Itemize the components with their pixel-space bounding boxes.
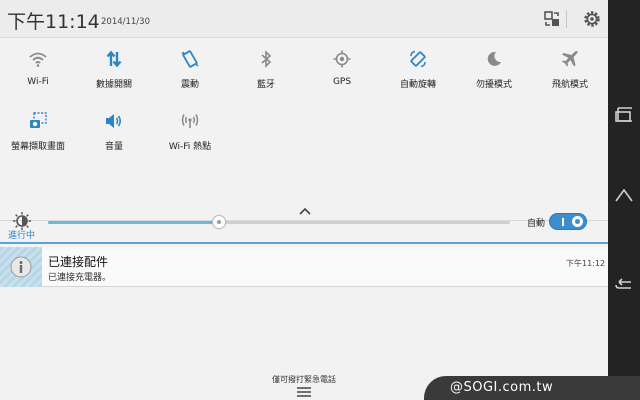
- clock-time: 下午11:14: [7, 11, 100, 33]
- info-icon: [10, 256, 32, 278]
- notification-icon-box: [0, 247, 42, 287]
- collapse-quick-settings-button[interactable]: [0, 203, 608, 221]
- chevron-up-icon: [299, 207, 311, 215]
- qs-do-not-disturb[interactable]: 勿擾模式: [456, 41, 532, 93]
- qs-bluetooth-label: 藍牙: [256, 80, 275, 90]
- qs-auto-rotate[interactable]: 自動旋轉: [380, 41, 456, 93]
- home-icon[interactable]: [614, 186, 634, 206]
- recent-apps-icon[interactable]: [614, 104, 634, 124]
- wifi-icon: [29, 52, 47, 67]
- quick-settings: Wi-Fi 數據開關 震動 藍牙 GPS 自動旋轉 勿擾模式 飛航模式 螢幕擷取…: [0, 39, 608, 230]
- wifi-hotspot-icon: [181, 114, 199, 128]
- qs-gps-label: GPS: [332, 77, 352, 87]
- ongoing-divider: [0, 242, 608, 244]
- watermark-text: @SOGI.com.tw: [450, 380, 554, 395]
- qs-airplane-mode-label: 飛航模式: [551, 80, 588, 90]
- gps-icon: [333, 50, 351, 68]
- qs-wifi-label: Wi-Fi: [27, 77, 49, 87]
- back-icon[interactable]: [614, 276, 634, 296]
- qs-auto-rotate-label: 自動旋轉: [399, 80, 436, 90]
- menu-icon[interactable]: [296, 386, 312, 398]
- bluetooth-icon: [261, 50, 272, 68]
- watermark: @SOGI.com.tw: [424, 376, 640, 400]
- status-header: 下午11:14 2014/11/30: [0, 0, 608, 38]
- qs-volume[interactable]: 音量: [76, 103, 152, 155]
- qs-vibrate-label: 震動: [180, 80, 199, 90]
- volume-icon: [106, 114, 122, 128]
- qs-wifi-hotspot-label: Wi-Fi 熱點: [168, 142, 212, 152]
- notification-title: 已連接配件: [48, 255, 109, 269]
- qs-mobile-data-label: 數據開關: [95, 80, 132, 90]
- brightness-slider[interactable]: [48, 221, 510, 224]
- notification-item[interactable]: 已連接配件 已連接充電器。 下午11:12: [0, 247, 608, 287]
- qs-vibrate[interactable]: 震動: [152, 41, 228, 93]
- navigation-bar: [608, 0, 640, 400]
- airplane-mode-icon: [562, 51, 578, 67]
- qs-volume-label: 音量: [104, 142, 123, 152]
- qs-gps[interactable]: GPS: [304, 41, 380, 93]
- mobile-data-icon: [106, 50, 122, 68]
- vibrate-icon: [181, 50, 199, 68]
- notification-text: 已連接充電器。: [48, 273, 112, 283]
- screenshot-icon: [30, 112, 47, 128]
- notification-panel: 下午11:14 2014/11/30 Wi-Fi 數據開關 震動 藍牙 GPS …: [0, 0, 608, 400]
- qs-mobile-data[interactable]: 數據開關: [76, 41, 152, 93]
- qs-airplane-mode[interactable]: 飛航模式: [532, 41, 608, 93]
- notification-time: 下午11:12: [566, 259, 606, 268]
- settings-gear-icon[interactable]: [582, 9, 602, 29]
- brightness-slider-fill: [48, 221, 219, 224]
- clock-date: 2014/11/30: [101, 17, 150, 27]
- switch-user-icon[interactable]: [542, 9, 562, 29]
- header-divider: [566, 10, 567, 28]
- ongoing-section-label: 進行中: [8, 231, 36, 241]
- qs-screenshot-label: 螢幕擷取畫面: [10, 142, 65, 152]
- qs-screenshot[interactable]: 螢幕擷取畫面: [0, 103, 76, 155]
- qs-wifi-hotspot[interactable]: Wi-Fi 熱點: [152, 103, 228, 155]
- auto-rotate-icon: [410, 50, 426, 68]
- qs-wifi[interactable]: Wi-Fi: [0, 41, 76, 93]
- do-not-disturb-icon: [487, 51, 501, 66]
- qs-bluetooth[interactable]: 藍牙: [228, 41, 304, 93]
- qs-do-not-disturb-label: 勿擾模式: [475, 80, 512, 90]
